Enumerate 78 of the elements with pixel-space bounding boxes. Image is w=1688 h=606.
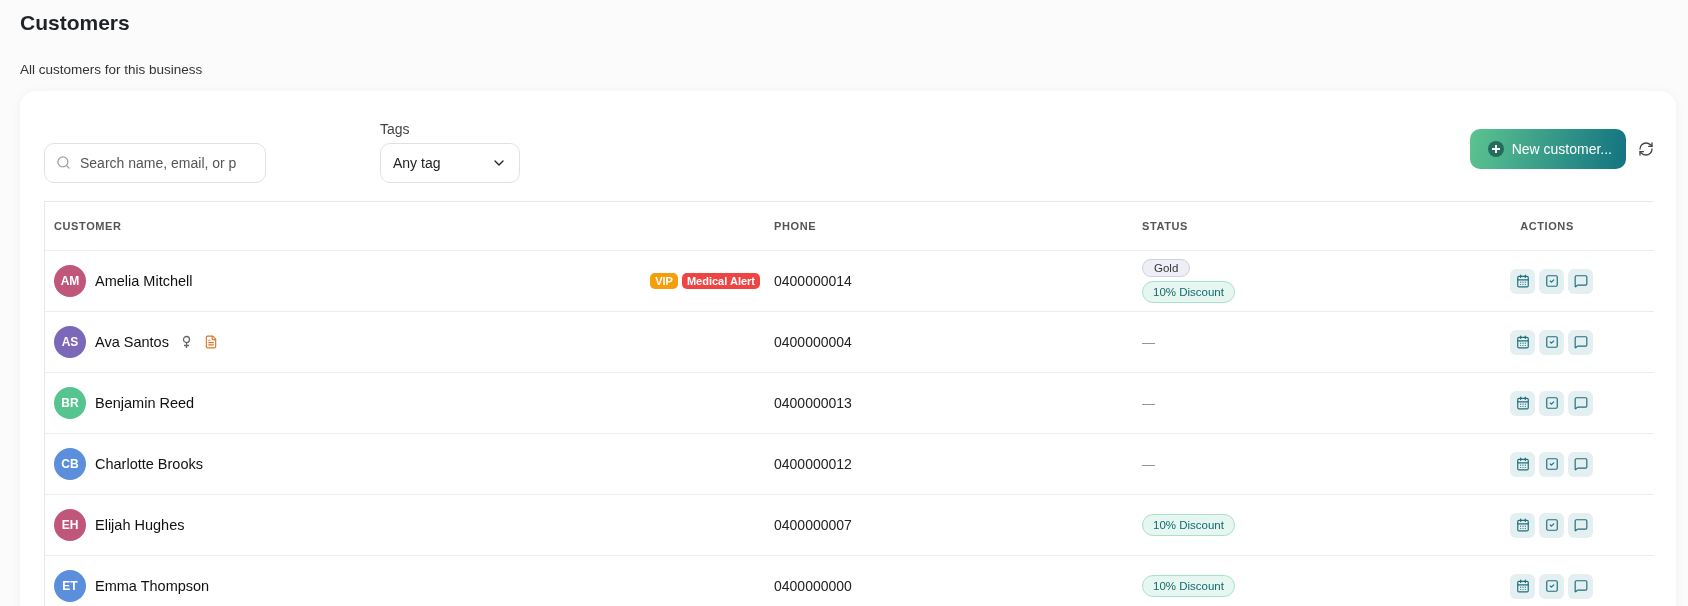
calendar-button[interactable] <box>1510 512 1535 538</box>
message-button[interactable] <box>1568 451 1593 477</box>
customer-name[interactable]: Ava Santos <box>95 334 169 350</box>
message-button[interactable] <box>1568 390 1593 416</box>
checkbox-button[interactable] <box>1539 451 1564 477</box>
speech-bubble-icon <box>1573 396 1588 410</box>
customer-name[interactable]: Benjamin Reed <box>95 395 195 411</box>
checkbox-icon <box>1544 579 1559 593</box>
checkbox-icon <box>1544 457 1559 471</box>
customer-tag: VIP <box>650 273 678 289</box>
column-header: ACTIONS <box>1520 220 1574 232</box>
search-field[interactable]: Search name, email, or p <box>44 143 266 183</box>
calendar-button[interactable] <box>1510 390 1535 416</box>
checkbox-button[interactable] <box>1539 390 1564 416</box>
speech-bubble-icon <box>1573 579 1588 593</box>
speech-bubble-icon <box>1573 335 1588 349</box>
calendar-button[interactable] <box>1510 573 1535 599</box>
search-icon <box>56 155 71 170</box>
refresh-icon[interactable] <box>1638 141 1654 157</box>
female-symbol-icon <box>181 335 191 349</box>
message-button[interactable] <box>1568 573 1593 599</box>
phone-number: 0400000013 <box>774 395 853 411</box>
plus-circle-icon <box>1487 141 1504 157</box>
phone-number: 0400000007 <box>774 517 853 533</box>
empty-status: — <box>1142 456 1155 472</box>
new-customer-button[interactable]: New customer... <box>1469 129 1626 169</box>
checkbox-icon <box>1544 518 1559 532</box>
discount-badge: 10% Discount <box>1142 575 1235 597</box>
message-button[interactable] <box>1568 329 1593 355</box>
discount-badge: 10% Discount <box>1142 514 1235 536</box>
calendar-icon <box>1515 396 1530 410</box>
calendar-icon <box>1515 579 1530 593</box>
document-icon <box>203 335 218 349</box>
avatar: ET <box>54 570 86 602</box>
page-subtitle: All customers for this business <box>20 62 204 77</box>
customer-name[interactable]: Charlotte Brooks <box>95 456 203 472</box>
customer-name[interactable]: Amelia Mitchell <box>95 273 193 289</box>
speech-bubble-icon <box>1573 518 1588 532</box>
avatar: BR <box>54 387 86 419</box>
checkbox-icon <box>1544 396 1559 410</box>
column-header: CUSTOMER <box>54 220 123 232</box>
phone-number: 0400000000 <box>774 578 853 594</box>
customer-name[interactable]: Elijah Hughes <box>95 517 185 533</box>
checkbox-icon <box>1544 274 1559 288</box>
customer-name[interactable]: Emma Thompson <box>95 578 210 594</box>
checkbox-button[interactable] <box>1539 573 1564 599</box>
avatar: AS <box>54 326 86 358</box>
calendar-icon <box>1515 518 1530 532</box>
message-button[interactable] <box>1568 512 1593 538</box>
avatar: AM <box>54 265 86 297</box>
message-button[interactable] <box>1568 268 1593 294</box>
column-header: STATUS <box>1142 220 1189 232</box>
phone-number: 0400000014 <box>774 273 853 289</box>
calendar-button[interactable] <box>1510 268 1535 294</box>
calendar-icon <box>1515 274 1530 288</box>
phone-number: 0400000012 <box>774 456 853 472</box>
avatar: CB <box>54 448 86 480</box>
column-header: PHONE <box>774 220 818 232</box>
checkbox-button[interactable] <box>1539 512 1564 538</box>
calendar-button[interactable] <box>1510 329 1535 355</box>
calendar-icon <box>1515 457 1530 471</box>
page-title: Customers <box>20 10 131 36</box>
customer-tag: Medical Alert <box>681 273 760 289</box>
checkbox-button[interactable] <box>1539 329 1564 355</box>
speech-bubble-icon <box>1573 457 1588 471</box>
checkbox-icon <box>1544 335 1559 349</box>
speech-bubble-icon <box>1573 274 1588 288</box>
empty-status: — <box>1142 395 1155 411</box>
calendar-icon <box>1515 335 1530 349</box>
discount-badge: 10% Discount <box>1142 281 1235 303</box>
tier-badge: Gold <box>1142 259 1191 277</box>
phone-number: 0400000004 <box>774 334 853 350</box>
empty-status: — <box>1142 334 1155 350</box>
calendar-button[interactable] <box>1510 451 1535 477</box>
avatar: EH <box>54 509 86 541</box>
tags-label: Tags <box>380 121 411 137</box>
checkbox-button[interactable] <box>1539 268 1564 294</box>
tags-dropdown[interactable]: Any tag <box>380 143 520 183</box>
